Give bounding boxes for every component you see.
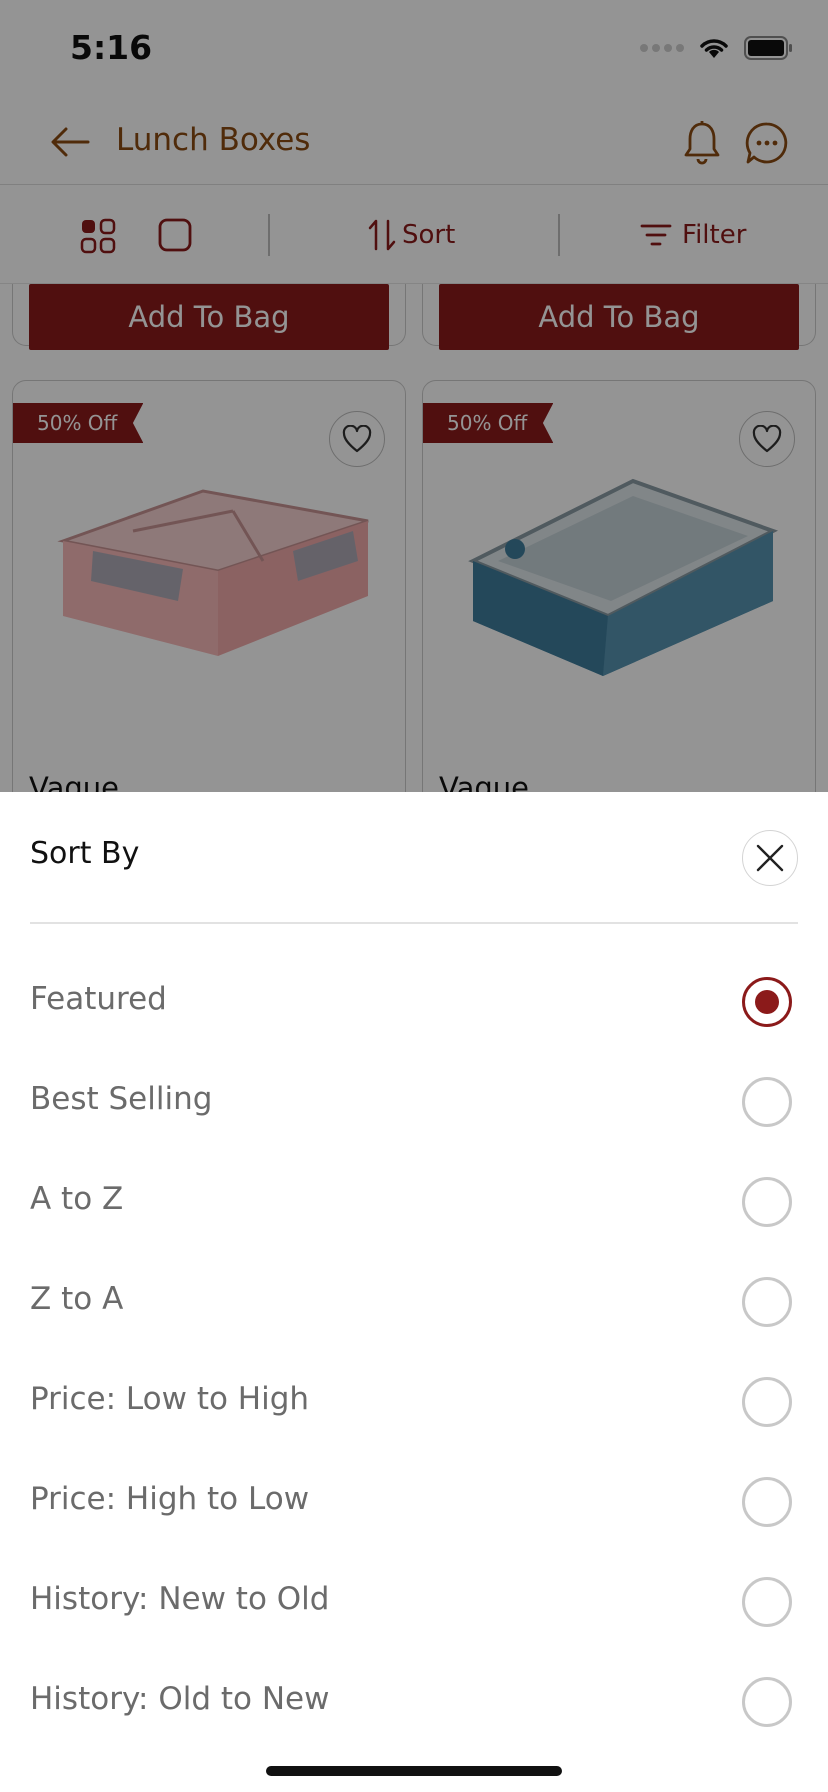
sort-option-history-old-new[interactable]: History: Old to New — [0, 1653, 828, 1753]
sort-option-price-low-high[interactable]: Price: Low to High — [0, 1353, 828, 1453]
radio-button[interactable] — [742, 1677, 792, 1727]
sheet-divider — [30, 922, 798, 924]
sort-option-history-new-old[interactable]: History: New to Old — [0, 1553, 828, 1653]
sort-option-label: History: Old to New — [30, 1681, 330, 1717]
sort-option-featured[interactable]: Featured — [0, 953, 828, 1053]
sort-option-z-to-a[interactable]: Z to A — [0, 1253, 828, 1353]
sort-option-price-high-low[interactable]: Price: High to Low — [0, 1453, 828, 1553]
radio-button[interactable] — [742, 1077, 792, 1127]
close-icon — [756, 844, 784, 872]
radio-selected[interactable] — [742, 977, 792, 1027]
sort-option-label: History: New to Old — [30, 1581, 330, 1617]
home-indicator[interactable] — [266, 1766, 562, 1776]
sort-option-label: A to Z — [30, 1181, 124, 1217]
radio-button[interactable] — [742, 1477, 792, 1527]
sort-option-best-selling[interactable]: Best Selling — [0, 1053, 828, 1153]
close-button[interactable] — [742, 830, 798, 886]
modal-backdrop[interactable] — [0, 0, 828, 792]
sort-option-label: Featured — [30, 981, 167, 1017]
sort-option-a-to-z[interactable]: A to Z — [0, 1153, 828, 1253]
sort-option-label: Best Selling — [30, 1081, 213, 1117]
radio-button[interactable] — [742, 1277, 792, 1327]
radio-button[interactable] — [742, 1377, 792, 1427]
radio-button[interactable] — [742, 1177, 792, 1227]
sort-option-label: Price: Low to High — [30, 1381, 310, 1417]
radio-button[interactable] — [742, 1577, 792, 1627]
sort-bottom-sheet: Sort By Featured Best Selling A to Z Z t… — [0, 792, 828, 1792]
sort-option-label: Price: High to Low — [30, 1481, 310, 1517]
sort-options: Featured Best Selling A to Z Z to A Pric… — [0, 953, 828, 1753]
sort-option-label: Z to A — [30, 1281, 124, 1317]
sheet-title: Sort By — [30, 836, 140, 871]
